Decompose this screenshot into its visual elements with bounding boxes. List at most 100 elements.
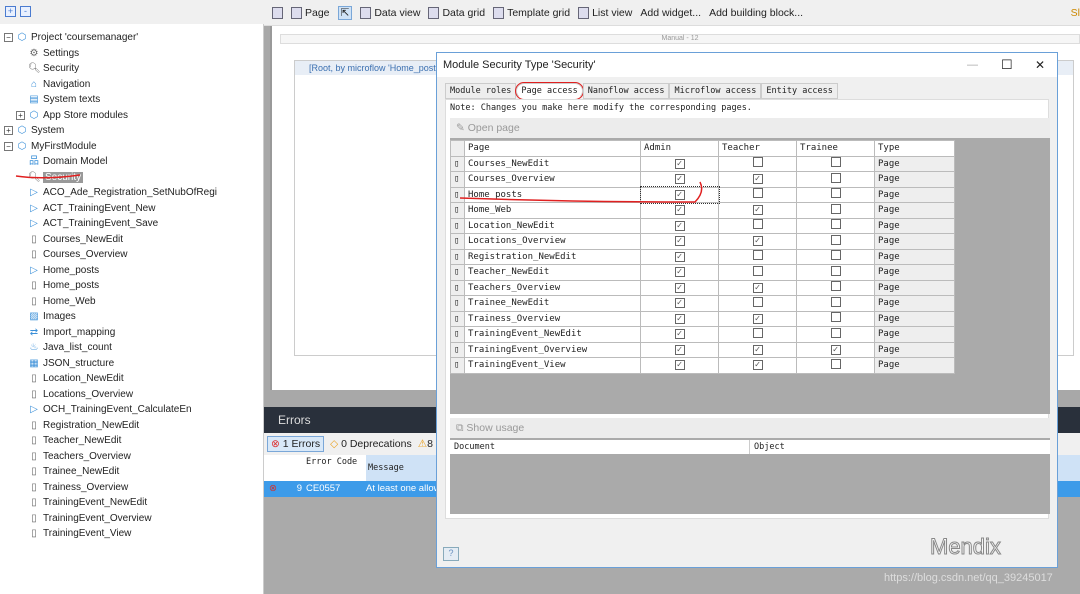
help-button[interactable]: ? [443, 547, 459, 561]
collapse-icon[interactable]: − [4, 141, 13, 151]
layout-icon[interactable] [272, 6, 283, 19]
page-access-row[interactable]: ▯ Teacher_NewEdit ✓ Page [450, 264, 955, 281]
trainee-checkbox[interactable] [830, 172, 841, 183]
tree-item[interactable]: + ⬡ App Store modules [16, 108, 128, 123]
admin-checkbox[interactable]: ✓ [674, 158, 685, 169]
tab-entity-access[interactable]: Entity access [761, 83, 838, 99]
expand-icon[interactable]: + [4, 126, 13, 135]
col-teacher[interactable]: Teacher [718, 140, 797, 157]
trainee-checkbox[interactable] [830, 219, 841, 230]
teacher-checkbox[interactable] [752, 265, 763, 276]
toolbar-page-button[interactable]: Page [291, 6, 330, 20]
toolbar-data-view-button[interactable]: Data view [360, 6, 420, 20]
admin-checkbox[interactable]: ✓ [674, 298, 685, 309]
warnings-filter-button[interactable]: ⚠8 [418, 438, 433, 450]
tree-item[interactable]: ♨ Java_list_count [28, 340, 112, 355]
page-access-row[interactable]: ▯ TrainingEvent_View ✓ ✓ Page [450, 357, 955, 374]
page-access-row[interactable]: ▯ Courses_NewEdit ✓ Page [450, 155, 955, 172]
tree-item[interactable]: ▦ JSON_structure [28, 356, 114, 371]
tree-item[interactable]: ▷ Home_posts [28, 263, 99, 278]
trainee-checkbox[interactable] [830, 188, 841, 199]
expand-all-button[interactable]: + [5, 6, 16, 17]
teacher-checkbox[interactable]: ✓ [752, 236, 763, 247]
tree-item[interactable]: ▯ Home_posts [28, 278, 99, 293]
trainee-checkbox[interactable] [830, 265, 841, 276]
tree-item[interactable]: ⇄ Import_mapping [28, 325, 115, 340]
tree-item[interactable]: ▯ Courses_Overview [28, 247, 127, 262]
tree-item[interactable]: ⌂ Navigation [28, 77, 90, 92]
teacher-checkbox[interactable] [752, 219, 763, 230]
open-page-button[interactable]: ✎ Open page [450, 118, 1050, 138]
tree-item[interactable]: ▤ System texts [28, 92, 100, 107]
tree-item[interactable]: − ⬡ MyFirstModule [4, 139, 97, 154]
trainee-checkbox[interactable] [830, 327, 841, 338]
tree-item[interactable]: 🔍︎ Security [28, 61, 79, 76]
page-access-row[interactable]: ▯ Trainess_Overview ✓ ✓ Page [450, 310, 955, 327]
add-widget-button[interactable]: Add widget... [640, 7, 701, 19]
admin-checkbox[interactable]: ✓ [674, 313, 685, 324]
tree-item[interactable]: ▯ Trainess_Overview [28, 480, 128, 495]
page-access-row[interactable]: ▯ Trainee_NewEdit ✓ Page [450, 295, 955, 312]
trainee-checkbox[interactable] [830, 281, 841, 292]
add-building-block-button[interactable]: Add building block... [709, 7, 803, 19]
tree-item[interactable]: ▯ Teachers_Overview [28, 449, 131, 464]
admin-checkbox[interactable]: ✓ [674, 282, 685, 293]
teacher-checkbox[interactable] [752, 188, 763, 199]
admin-checkbox[interactable]: ✓ [674, 251, 685, 262]
tree-item[interactable]: ▯ TrainingEvent_View [28, 526, 131, 541]
tree-item[interactable]: ▯ Location_NewEdit [28, 371, 123, 386]
teacher-checkbox[interactable]: ✓ [752, 344, 763, 355]
teacher-checkbox[interactable]: ✓ [752, 174, 763, 185]
trainee-checkbox[interactable] [830, 250, 841, 261]
tree-item[interactable]: ▯ Courses_NewEdit [28, 232, 123, 247]
col-admin[interactable]: Admin [640, 140, 719, 157]
admin-checkbox[interactable]: ✓ [674, 267, 685, 278]
tree-item[interactable]: ▯ TrainingEvent_NewEdit [28, 495, 147, 510]
col-page[interactable]: Page [464, 140, 641, 157]
trainee-checkbox[interactable] [830, 358, 841, 369]
tree-item[interactable]: ⚙ Settings [28, 46, 80, 61]
tree-item[interactable]: + ⬡ System [4, 123, 64, 138]
tree-item[interactable]: ▷ ACO_Ade_Registration_SetNubOfRegi [28, 185, 217, 200]
tree-item[interactable]: ▯ Registration_NewEdit [28, 418, 139, 433]
toolbar-template-grid-button[interactable]: Template grid [493, 6, 570, 20]
tree-item[interactable]: ▯ TrainingEvent_Overview [28, 511, 151, 526]
tab-microflow-access[interactable]: Microflow access [669, 83, 762, 99]
teacher-checkbox[interactable] [752, 157, 763, 168]
tab-nanoflow-access[interactable]: Nanoflow access [582, 83, 670, 99]
page-access-row[interactable]: ▯ TrainingEvent_Overview ✓ ✓ ✓ Page [450, 341, 955, 358]
pointer-tool-icon[interactable]: ⇱ [337, 5, 353, 20]
admin-checkbox[interactable]: ✓ [674, 344, 685, 355]
errors-filter-button[interactable]: ⊗ 1 Errors [267, 436, 325, 452]
teacher-checkbox[interactable] [752, 327, 763, 338]
col-trainee[interactable]: Trainee [796, 140, 875, 157]
teacher-checkbox[interactable]: ✓ [752, 360, 763, 371]
admin-checkbox[interactable]: ✓ [674, 220, 685, 231]
page-access-row[interactable]: ▯ Locations_Overview ✓ ✓ Page [450, 233, 955, 250]
tree-item[interactable]: ▯ Trainee_NewEdit [28, 464, 119, 479]
tab-page-access[interactable]: Page access [515, 82, 584, 100]
teacher-checkbox[interactable]: ✓ [752, 205, 763, 216]
tree-item[interactable]: ▨ Images [28, 309, 76, 324]
toolbar-data-grid-button[interactable]: Data grid [428, 6, 485, 20]
tab-module-roles[interactable]: Module roles [445, 83, 517, 99]
page-access-row[interactable]: ▯ TrainingEvent_NewEdit ✓ Page [450, 326, 955, 343]
toolbar-right-item[interactable]: Sl [1071, 7, 1080, 19]
tree-item[interactable]: ▯ Teacher_NewEdit [28, 433, 121, 448]
tree-item[interactable]: ▷ ACT_TrainingEvent_New [28, 201, 155, 216]
teacher-checkbox[interactable]: ✓ [752, 282, 763, 293]
admin-checkbox[interactable]: ✓ [674, 236, 685, 247]
trainee-checkbox[interactable] [830, 312, 841, 323]
admin-checkbox[interactable]: ✓ [674, 360, 685, 371]
page-access-row[interactable]: ▯ Location_NewEdit ✓ Page [450, 217, 955, 234]
expand-icon[interactable]: + [16, 110, 25, 120]
deprecations-filter-button[interactable]: ◇ 0 Deprecations [330, 438, 412, 450]
tree-item[interactable]: − ⬡ Project 'coursemanager' [4, 30, 138, 45]
tree-item[interactable]: 品 Domain Model [28, 154, 107, 169]
trainee-checkbox[interactable]: ✓ [830, 344, 841, 355]
collapse-icon[interactable]: − [4, 33, 13, 42]
tree-item[interactable]: ▯ Locations_Overview [28, 387, 133, 402]
teacher-checkbox[interactable]: ✓ [752, 313, 763, 324]
teacher-checkbox[interactable] [752, 250, 763, 261]
page-access-row[interactable]: ▯ Teachers_Overview ✓ ✓ Page [450, 279, 955, 296]
